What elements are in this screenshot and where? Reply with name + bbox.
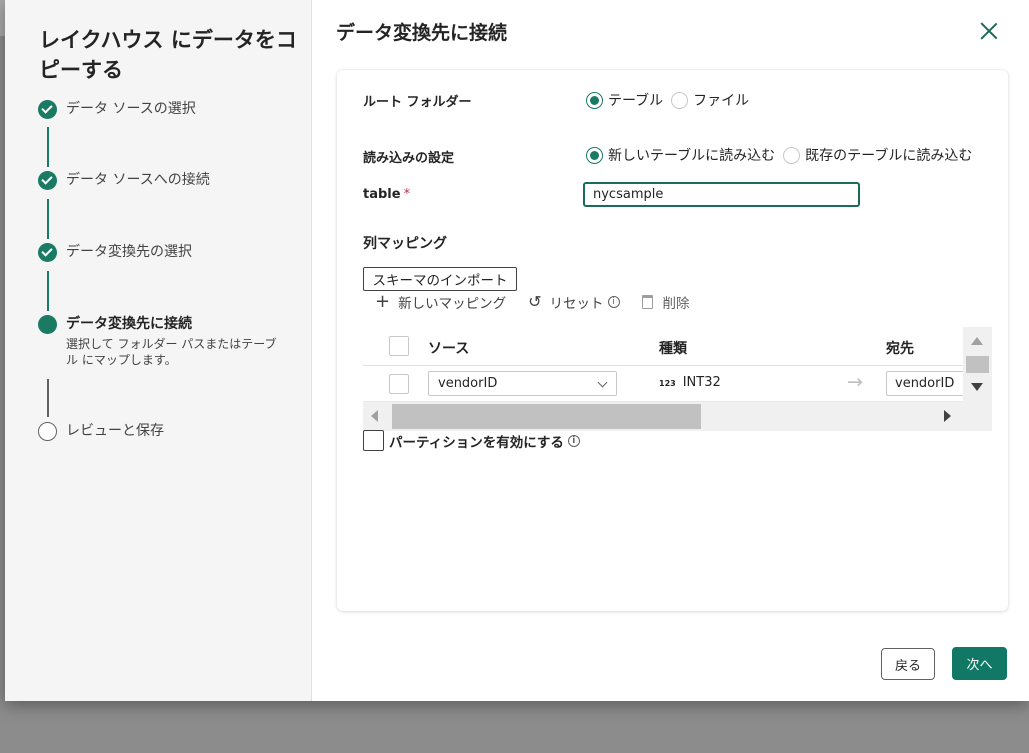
source-column-select[interactable]: vendorID [428,371,617,396]
scroll-down-icon[interactable] [971,383,983,391]
column-mapping-title: 列マッピング [363,236,447,252]
delete-button[interactable]: 削除 [641,292,690,312]
vertical-scrollbar[interactable] [963,327,992,431]
checkbox[interactable] [363,430,384,451]
scroll-left-icon[interactable] [371,410,378,422]
scroll-thumb[interactable] [392,404,701,429]
step-connector [47,199,49,239]
number-type-icon: 123 [659,379,676,388]
scroll-right-icon[interactable] [944,410,951,422]
radio-checked-icon [586,91,603,109]
step-select-destination: データ変換先の選択 [38,243,192,262]
load-settings-radio-group: 新しいテーブルに読み込む 既存のテーブルに読み込む [586,145,980,165]
arrow-right-icon: → [847,371,863,393]
radio-unchecked-icon [671,91,689,109]
horizontal-scrollbar[interactable] [363,402,963,431]
trash-icon [641,295,653,309]
scroll-up-icon[interactable] [971,337,983,345]
table-row: vendorID 123 INT32 → vendorID [363,366,976,402]
column-header-type: 種類 [659,341,687,357]
radio-new-table[interactable]: 新しいテーブルに読み込む [586,145,775,165]
settings-card: ルート フォルダー テーブル ファイル 読み込みの設定 新しいテーブルに読み込む… [337,70,1008,611]
radio-file[interactable]: ファイル [671,90,749,110]
step-select-source: データ ソースの選択 [38,100,196,119]
step-connector [47,379,49,417]
check-circle-icon [38,243,57,262]
load-settings-label: 読み込みの設定 [363,151,455,166]
step-label: データ変換先の選択 [66,244,192,260]
step-review-save: レビューと保存 [38,422,164,441]
required-mark: * [403,187,411,202]
root-folder-radio-group: テーブル ファイル [586,90,757,110]
new-mapping-button[interactable]: + 新しいマッピング [375,291,506,313]
check-circle-icon [38,171,57,190]
root-folder-label: ルート フォルダー [363,95,472,110]
step-connect-destination: データ変換先に接続 選択して フォルダー パスまたはテーブル にマップします。 [38,315,286,368]
grid-header: ソース 種類 宛先 [363,327,963,366]
close-icon[interactable] [978,20,1000,42]
step-connect-source: データ ソースへの接続 [38,171,210,190]
row-checkbox[interactable] [389,374,409,394]
step-description: 選択して フォルダー パスまたはテーブル にマップします。 [66,337,277,367]
wizard-title: レイクハウス にデータをコピーする [39,28,297,82]
step-label: データ変換先に接続 [66,316,192,332]
import-schema-button[interactable]: スキーマのインポート [363,267,517,291]
chevron-down-icon [597,377,608,388]
radio-unchecked-icon [783,146,801,164]
current-step-icon [38,315,57,334]
step-connector [47,127,49,167]
select-all-checkbox[interactable] [389,336,409,356]
mapping-toolbar: + 新しいマッピング ↺ リセット i 削除 [375,291,712,313]
reset-button[interactable]: ↺ リセット i [528,292,620,312]
empty-circle-icon [38,422,57,441]
enable-partition-checkbox[interactable]: パーティションを有効にする i [363,430,580,451]
info-icon[interactable]: i [607,296,620,308]
step-label: データ ソースへの接続 [66,172,210,188]
step-label: レビューと保存 [66,423,164,439]
page-title: データ変換先に接続 [336,22,508,44]
table-label: table * [363,187,411,202]
info-icon[interactable]: i [567,434,580,447]
scroll-thumb[interactable] [966,356,989,373]
step-label: データ ソースの選択 [66,101,196,117]
mapping-grid: ソース 種類 宛先 vendorID 123 INT32 → vendorID [363,327,992,431]
plus-icon: + [375,291,391,312]
check-circle-icon [38,100,57,119]
column-header-destination: 宛先 [886,341,914,357]
table-name-input[interactable] [583,182,860,207]
radio-checked-icon [586,146,603,164]
step-connector [47,271,49,311]
wizard-sidebar: レイクハウス にデータをコピーする データ ソースの選択 データ ソースへの接続… [5,0,312,701]
radio-table[interactable]: テーブル [586,90,663,110]
back-button[interactable]: 戻る [881,648,935,680]
copy-data-dialog: レイクハウス にデータをコピーする データ ソースの選択 データ ソースへの接続… [5,0,1029,701]
type-cell: 123 INT32 [659,375,721,390]
column-header-source: ソース [428,341,470,357]
undo-icon: ↺ [528,292,542,311]
radio-existing-table[interactable]: 既存のテーブルに読み込む [783,145,972,165]
next-button[interactable]: 次へ [952,647,1007,680]
